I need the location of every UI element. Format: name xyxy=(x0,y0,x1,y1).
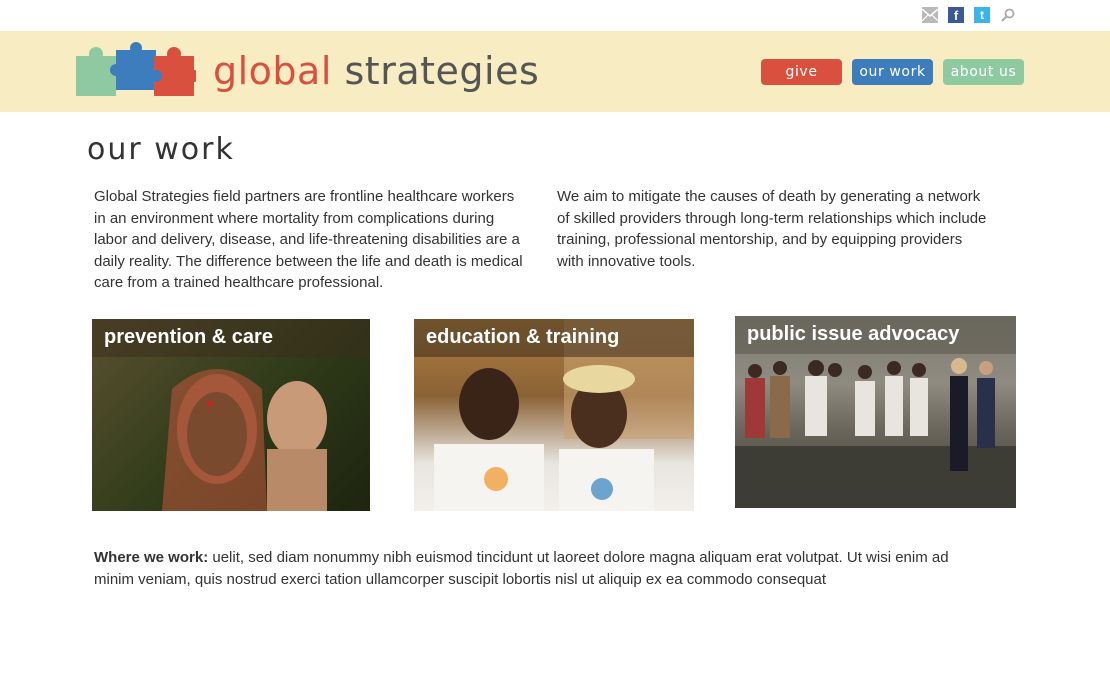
intro-left-paragraph: Global Strategies field partners are fro… xyxy=(94,188,523,291)
our-work-button[interactable]: our work xyxy=(852,59,933,85)
mail-icon[interactable] xyxy=(922,7,938,23)
where-we-work-paragraph: Where we work: uelit, sed diam nonummy n… xyxy=(94,547,954,590)
site-header: global strategies give our work about us xyxy=(0,31,1110,112)
brand-name[interactable]: global strategies xyxy=(213,49,539,93)
facebook-icon[interactable]: f xyxy=(948,7,964,23)
brand-word-global: global xyxy=(213,49,332,93)
where-we-work-heading: Where we work: xyxy=(94,549,213,566)
main-nav: give our work about us xyxy=(761,59,1024,85)
puzzle-logo-icon[interactable] xyxy=(76,42,200,98)
brand-word-strategies: strategies xyxy=(344,49,540,93)
about-us-button[interactable]: about us xyxy=(943,59,1024,85)
twitter-icon[interactable]: t xyxy=(974,7,990,23)
top-bar: f t xyxy=(0,0,1110,31)
prevention-care-label: prevention & care xyxy=(92,319,370,357)
page-title: our work xyxy=(87,132,235,167)
education-training-card[interactable]: education & training xyxy=(414,319,694,511)
search-icon[interactable] xyxy=(1000,7,1016,23)
prevention-care-card[interactable]: prevention & care xyxy=(92,319,370,511)
public-issue-advocacy-card[interactable]: public issue advocacy xyxy=(735,316,1016,508)
education-training-label: education & training xyxy=(414,319,694,357)
social-links: f t xyxy=(922,7,1016,23)
public-issue-advocacy-label: public issue advocacy xyxy=(735,316,1016,354)
give-button[interactable]: give xyxy=(761,59,842,85)
intro-right-paragraph: We aim to mitigate the causes of death b… xyxy=(557,188,987,270)
where-we-work-body: uelit, sed diam nonummy nibh euismod tin… xyxy=(94,549,949,588)
